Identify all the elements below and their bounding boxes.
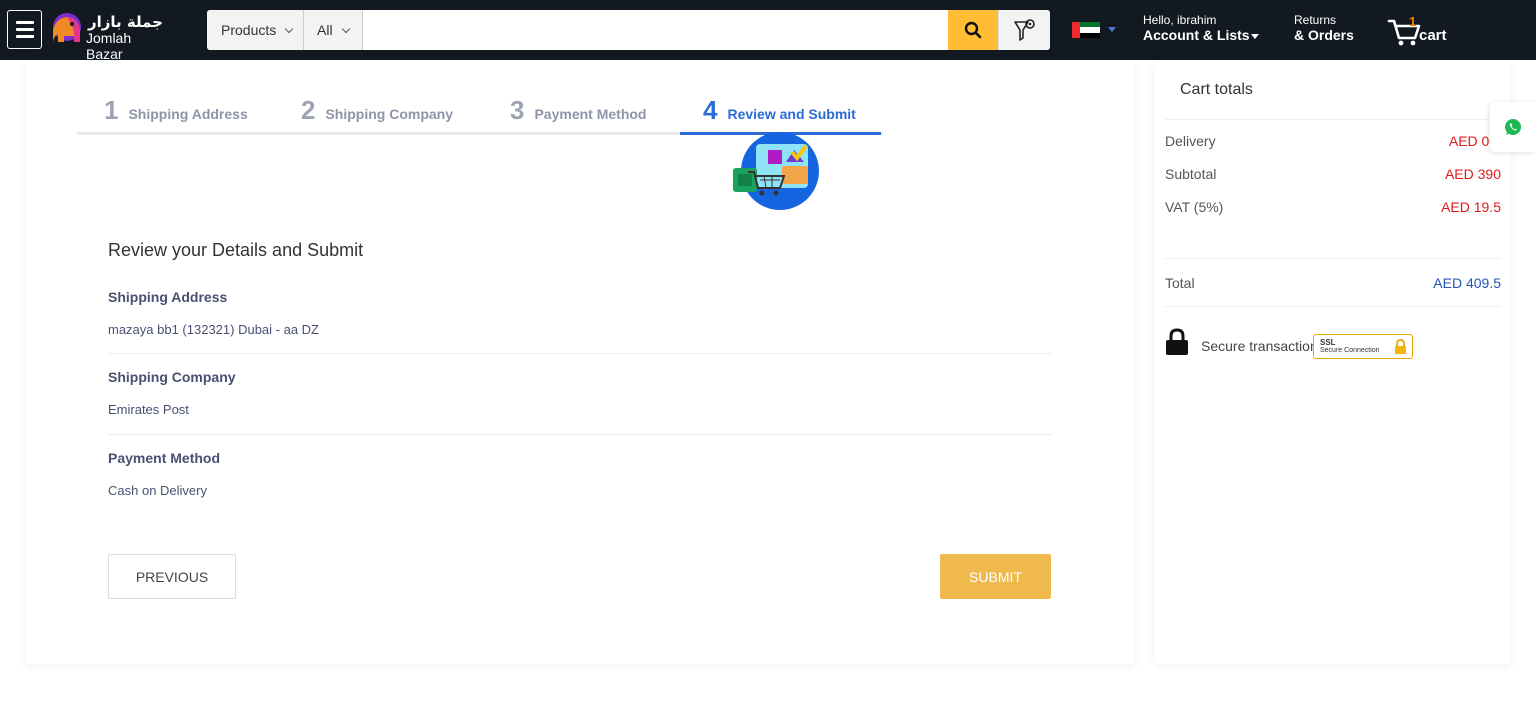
row-label: VAT (5%) [1165, 199, 1224, 215]
caret-down-icon[interactable] [1108, 27, 1116, 32]
step-number: 3 [510, 94, 525, 125]
menu-button[interactable] [7, 10, 42, 49]
chevron-down-icon [341, 24, 350, 33]
returns-orders-link[interactable]: Returns & Orders [1294, 13, 1354, 44]
row-label: Delivery [1165, 133, 1216, 149]
section-value: Cash on Delivery [108, 483, 207, 498]
divider [1165, 119, 1501, 120]
lock-icon [1166, 328, 1188, 355]
search-category-select[interactable]: Products [207, 10, 304, 50]
whatsapp-icon [1505, 119, 1521, 135]
cart-totals-title: Cart totals [1180, 81, 1253, 98]
ssl-badge-title: SSL [1320, 338, 1336, 347]
row-label: Subtotal [1165, 166, 1217, 182]
hamburger-icon [15, 21, 34, 24]
uae-flag-icon[interactable] [1072, 22, 1100, 38]
search-input[interactable] [363, 10, 948, 50]
review-title: Review your Details and Submit [108, 240, 364, 260]
review-payment-method: Payment Method Cash on Delivery [108, 450, 1052, 498]
cart-totals-panel: Cart totals Delivery AED 0.0 Subtotal AE… [1155, 60, 1511, 664]
orders-label: & Orders [1294, 27, 1354, 43]
step-label: Shipping Address [128, 106, 248, 122]
search-icon [964, 21, 982, 39]
step-label: Review and Submit [727, 106, 856, 122]
section-value: mazaya bb1 (132321) Dubai - aa DZ [108, 322, 320, 337]
account-greeting: Hello, ibrahim [1143, 13, 1217, 27]
returns-label: Returns [1294, 13, 1337, 27]
divider [1165, 258, 1501, 259]
search-scope-select[interactable]: All [304, 10, 363, 50]
search-button[interactable] [948, 10, 998, 50]
checkout-steps: 1 Shipping Address 2 Shipping Company 3 … [77, 88, 883, 135]
filter-button[interactable] [998, 10, 1050, 50]
step-number: 2 [301, 94, 316, 125]
step-number: 1 [104, 94, 119, 125]
ssl-badge-subtitle: Secure Connection [1320, 347, 1380, 354]
account-menu[interactable]: Hello, ibrahim Account & Lists [1143, 14, 1259, 43]
row-value: AED 409.5 [1433, 275, 1501, 291]
secure-transaction-text: Secure transaction [1201, 338, 1318, 354]
section-divider [108, 353, 1052, 354]
cart-link[interactable]: 1 cart [1387, 14, 1467, 46]
checkout-illustration-icon [733, 132, 819, 210]
step-label: Shipping Company [325, 106, 454, 122]
divider [1165, 306, 1501, 307]
step-review-submit[interactable]: 4 Review and Submit [703, 88, 856, 132]
search-scope-label: All [317, 22, 333, 38]
checkout-panel: 1 Shipping Address 2 Shipping Company 3 … [25, 60, 1135, 664]
section-divider [108, 434, 1052, 435]
step-label: Payment Method [534, 106, 647, 122]
section-value: Emirates Post [108, 402, 189, 417]
logo-latin-text: Jomlah Bazar [86, 30, 132, 62]
cart-icon [1387, 19, 1421, 46]
account-label: Account & Lists [1143, 27, 1250, 43]
caret-down-icon [1250, 33, 1259, 39]
chevron-down-icon [285, 24, 294, 33]
ssl-badge: SSL Secure Connection [1313, 334, 1413, 359]
search-category-label: Products [221, 22, 277, 38]
section-heading: Payment Method [108, 450, 221, 466]
logo-arabic-text: جملة بازار [88, 13, 163, 31]
cart-label: cart [1419, 27, 1447, 44]
secure-transaction: Secure transaction SSL Secure Connection [1165, 326, 1425, 360]
review-shipping-address: Shipping Address mazaya bb1 (132321) Dub… [108, 289, 1052, 337]
step-number: 4 [703, 94, 718, 125]
previous-button[interactable]: PREVIOUS [108, 554, 236, 599]
row-value: AED 390 [1444, 166, 1501, 182]
submit-button[interactable]: SUBMIT [940, 554, 1051, 599]
elephant-logo-icon [53, 13, 81, 42]
filter-icon [1013, 19, 1035, 41]
review-shipping-company: Shipping Company Emirates Post [108, 369, 1052, 417]
step-payment-method[interactable]: 3 Payment Method [510, 88, 646, 132]
section-heading: Shipping Company [108, 369, 236, 385]
cart-count-badge: 1 [1409, 14, 1417, 29]
step-shipping-address[interactable]: 1 Shipping Address [104, 88, 248, 132]
whatsapp-button[interactable] [1490, 102, 1536, 152]
top-header: جملة بازار Jomlah Bazar Products All Hel… [0, 0, 1536, 62]
row-value: AED 19.5 [1441, 199, 1501, 215]
search-bar: Products All [207, 10, 1050, 50]
section-heading: Shipping Address [108, 289, 228, 305]
site-logo[interactable]: جملة بازار Jomlah Bazar [50, 12, 170, 62]
padlock-icon [1395, 339, 1406, 354]
step-shipping-company[interactable]: 2 Shipping Company [301, 88, 453, 132]
row-label: Total [1165, 275, 1195, 291]
